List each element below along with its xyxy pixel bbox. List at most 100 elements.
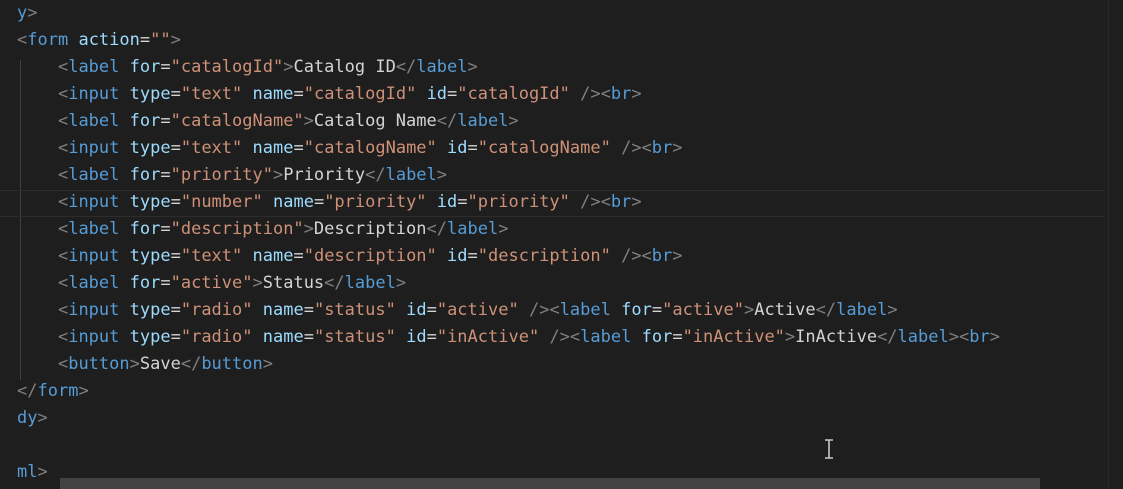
- code-token: >: [784, 327, 796, 347]
- code-token: Save: [139, 354, 181, 374]
- horizontal-scrollbar[interactable]: [60, 478, 1040, 489]
- code-token: >: [37, 462, 48, 482]
- code-line[interactable]: dy>: [17, 405, 48, 432]
- code-editor[interactable]: y> <form action=""> <label for="catalogId…: [0, 0, 1123, 489]
- code-token: <: [57, 300, 69, 320]
- code-token: </: [815, 300, 837, 320]
- code-token: >: [303, 111, 314, 131]
- code-token: Priority: [283, 165, 366, 185]
- code-token: label: [457, 111, 509, 131]
- code-token: </: [17, 381, 38, 401]
- code-token: >: [27, 3, 38, 23]
- code-token: button: [68, 354, 130, 374]
- code-token: >: [631, 84, 642, 104]
- code-token: label: [836, 300, 888, 320]
- code-token: =: [170, 84, 181, 104]
- code-token: <: [57, 354, 69, 374]
- code-token: "inActive": [436, 327, 540, 347]
- code-token: input: [68, 84, 120, 104]
- code-token: for: [641, 327, 673, 347]
- code-token: br: [651, 246, 673, 266]
- code-token: =: [139, 30, 151, 50]
- code-token: label: [385, 165, 437, 185]
- code-token: =: [467, 246, 478, 266]
- code-token: <: [57, 84, 69, 104]
- code-token: /><: [549, 327, 581, 347]
- code-token: for: [129, 111, 161, 131]
- code-token: =: [426, 327, 437, 347]
- code-token: "number": [180, 192, 263, 212]
- code-token: label: [68, 165, 120, 185]
- code-token: >: [631, 192, 642, 212]
- code-token: =: [170, 300, 181, 320]
- code-token: =: [303, 300, 314, 320]
- code-token: =: [170, 192, 181, 212]
- code-line[interactable]: <input type="number" name="priority" id=…: [17, 189, 642, 216]
- code-token: "description": [170, 219, 304, 239]
- code-token: =: [313, 192, 325, 212]
- code-token: for: [621, 300, 652, 320]
- code-token: </: [365, 165, 386, 185]
- code-line[interactable]: <input type="text" name="catalogId" id="…: [17, 81, 642, 108]
- code-token: "text": [180, 138, 243, 158]
- code-token: input: [68, 300, 120, 320]
- code-token: for: [129, 273, 161, 293]
- code-token: >: [129, 354, 140, 374]
- code-line[interactable]: </form>: [17, 378, 89, 405]
- code-token: </: [877, 327, 898, 347]
- code-line[interactable]: <button>Save</button>: [17, 351, 273, 378]
- code-token: >: [283, 57, 294, 77]
- code-token: =: [170, 138, 181, 158]
- code-token: =: [303, 327, 314, 347]
- vertical-scrollbar[interactable]: [1108, 0, 1123, 489]
- code-line[interactable]: ml>: [17, 459, 48, 486]
- code-token: "": [150, 30, 171, 50]
- code-token: "description": [303, 246, 437, 266]
- code-line[interactable]: <input type="radio" name="status" id="in…: [17, 324, 1000, 351]
- code-token: ><: [948, 327, 970, 347]
- code-line[interactable]: <form action="">: [17, 27, 181, 54]
- code-line[interactable]: <label for="active">Status</label>: [17, 270, 406, 297]
- code-token: >: [170, 30, 181, 50]
- code-token: <: [57, 219, 69, 239]
- code-line[interactable]: <input type="radio" name="status" id="ac…: [17, 297, 898, 324]
- code-token: "priority": [324, 192, 427, 212]
- code-line[interactable]: <input type="text" name="description" id…: [17, 243, 683, 270]
- code-token: input: [68, 327, 120, 347]
- code-line[interactable]: y>: [17, 0, 38, 27]
- code-token: >: [498, 219, 509, 239]
- code-token: id: [406, 300, 427, 320]
- code-line[interactable]: <label for="description">Description</la…: [17, 216, 508, 243]
- code-token: "active": [170, 273, 253, 293]
- code-token: <: [57, 273, 69, 293]
- code-token: "status": [313, 327, 396, 347]
- code-token: label: [68, 111, 120, 131]
- code-token: <: [17, 30, 28, 50]
- text-cursor-icon: [825, 439, 833, 459]
- code-token: name: [252, 246, 294, 266]
- code-token: label: [897, 327, 949, 347]
- code-line[interactable]: <label for="catalogName">Catalog Name</l…: [17, 108, 519, 135]
- code-token: >: [37, 408, 48, 428]
- code-token: label: [68, 219, 120, 239]
- code-line[interactable]: <input type="text" name="catalogName" id…: [17, 135, 683, 162]
- code-line[interactable]: <label for="catalogId">Catalog ID</label…: [17, 54, 478, 81]
- code-token: "catalogName": [303, 138, 437, 158]
- code-token: name: [272, 192, 314, 212]
- code-line[interactable]: <label for="priority">Priority</label>: [17, 162, 447, 189]
- code-token: br: [651, 138, 673, 158]
